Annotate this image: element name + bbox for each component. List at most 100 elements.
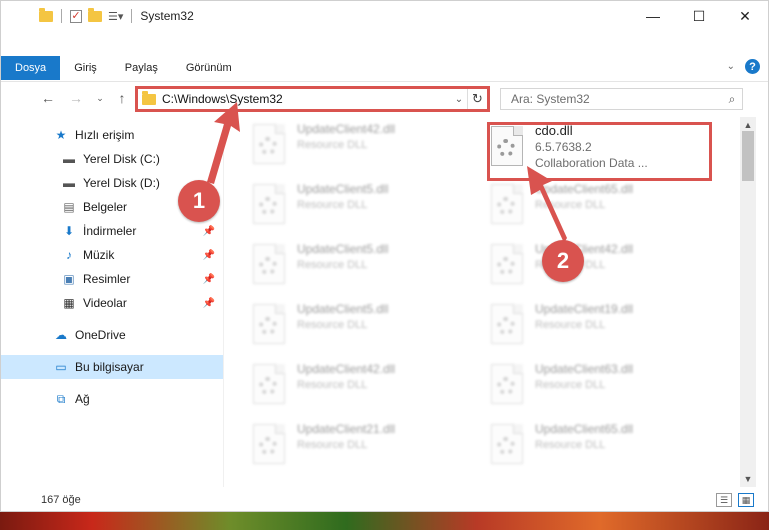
tab-paylas[interactable]: Paylaş [111, 56, 172, 80]
file-item[interactable]: UpdateClient5.dll Resource DLL [249, 181, 479, 237]
pin-icon[interactable]: 📌 [203, 274, 215, 285]
tab-giris[interactable]: Giriş [60, 56, 111, 80]
separator [131, 9, 133, 23]
sidebar-item-this-pc[interactable]: ▭ Bu bilgisayar [1, 355, 223, 379]
properties-icon[interactable]: ✓ [70, 9, 82, 23]
recent-locations-icon[interactable]: ⌄ [91, 93, 109, 104]
file-item[interactable]: UpdateClient42.dllResource DLL [249, 121, 479, 177]
file-explorer-window: ✓ ☰▾ System32 — ☐ ✕ Dosya Giriş Paylaş G… [0, 0, 769, 512]
navigation-bar: ← → ⌄ ↑ C:\Windows\System32 ⌄ ↻ Ara: Sys… [1, 81, 768, 115]
chevron-down-icon[interactable]: ⌄ [451, 94, 467, 105]
maximize-button[interactable]: ☐ [676, 1, 722, 31]
pin-icon[interactable]: 📌 [203, 298, 215, 309]
dll-file-icon [249, 241, 289, 287]
search-placeholder[interactable]: Ara: System32 [511, 92, 722, 106]
sidebar-item-label: Müzik [83, 248, 115, 262]
file-item[interactable]: UpdateClient21.dll Resource DLL [249, 421, 479, 477]
ribbon-tabs: Dosya Giriş Paylaş Görünüm [1, 56, 768, 80]
download-icon: ⬇ [63, 224, 75, 238]
file-name: UpdateClient65.dll [535, 422, 634, 436]
ribbon-right-controls: ⌄ ? [727, 59, 760, 74]
folder-icon[interactable] [39, 7, 53, 22]
window-title: System32 [140, 9, 194, 23]
file-item[interactable]: UpdateClient42.dllResource DLL [487, 241, 717, 297]
drive-icon: ▬ [63, 152, 75, 166]
customize-toolbar-icon[interactable]: ☰▾ [108, 10, 123, 23]
address-bar[interactable]: C:\Windows\System32 ⌄ ↻ [135, 86, 490, 112]
address-path[interactable]: C:\Windows\System32 [162, 92, 451, 106]
file-description: Resource DLL [535, 439, 606, 451]
highlight-box-cdo-dll [487, 122, 712, 181]
pin-icon[interactable]: 📌 [203, 250, 215, 261]
file-item[interactable]: UpdateClient63.dll Resource DLL [487, 361, 717, 417]
sidebar-item-label: Yerel Disk (D:) [83, 176, 160, 190]
sidebar-item-label: Hızlı erişim [75, 128, 135, 142]
sidebar-item-music[interactable]: ♪ Müzik 📌 [1, 243, 223, 267]
file-item[interactable]: UpdateClient19.dll Resource DLL [487, 301, 717, 357]
pin-icon[interactable]: 📌 [203, 226, 215, 237]
sidebar-item-label: Bu bilgisayar [75, 360, 144, 374]
forward-arrow-icon[interactable]: → [67, 90, 85, 106]
sidebar-item-network[interactable]: ⧉ Ağ [1, 387, 223, 411]
tab-dosya[interactable]: Dosya [1, 56, 61, 80]
file-description: Resource DLL [297, 199, 368, 211]
refresh-icon[interactable]: ↻ [467, 89, 487, 109]
dll-file-icon [249, 421, 289, 467]
new-folder-icon[interactable] [88, 7, 102, 22]
back-arrow-icon[interactable]: ← [39, 90, 57, 106]
sidebar-item-quick-access[interactable]: ★ Hızlı erişim [1, 123, 223, 147]
file-item[interactable]: UpdateClient5.dll Resource DLL [249, 241, 479, 297]
up-arrow-icon[interactable]: ↑ [113, 90, 131, 106]
dll-file-icon [249, 301, 289, 347]
pictures-icon: ▣ [63, 272, 75, 286]
scroll-thumb[interactable] [742, 131, 754, 181]
file-description: Resource DLL [297, 439, 368, 451]
expand-ribbon-icon[interactable]: ⌄ [727, 61, 735, 72]
dll-file-icon [249, 361, 289, 407]
music-icon: ♪ [66, 248, 72, 262]
sidebar-item-label: Belgeler [83, 200, 128, 214]
file-item[interactable]: UpdateClient65.dll Resource DLL [487, 181, 717, 237]
file-item[interactable]: UpdateClient5.dll Resource DLL [249, 301, 479, 357]
dll-file-icon [249, 121, 289, 167]
item-count: 167 öğe [41, 494, 81, 506]
tiles-view-icon[interactable]: ▦ [738, 493, 754, 507]
file-description: Resource DLL [535, 199, 606, 211]
file-name: UpdateClient5.dll [297, 242, 389, 256]
dll-file-icon [487, 181, 527, 227]
tab-gorunum[interactable]: Görünüm [172, 56, 246, 80]
file-description: Resource DLL [297, 379, 368, 391]
sidebar-item-onedrive[interactable]: ☁ OneDrive [1, 323, 223, 347]
file-description: Resource DLL [297, 259, 368, 271]
sidebar-item-disk-c[interactable]: ▬ Yerel Disk (C:) [1, 147, 223, 171]
sidebar-item-downloads[interactable]: ⬇ İndirmeler 📌 [1, 219, 223, 243]
view-switcher: ☰ ▦ [716, 493, 754, 507]
details-view-icon[interactable]: ☰ [716, 493, 732, 507]
minimize-button[interactable]: — [630, 1, 676, 31]
file-item[interactable]: UpdateClient42.dllResource DLL [249, 361, 479, 417]
sidebar-item-label: Yerel Disk (C:) [83, 152, 160, 166]
dll-file-icon [487, 361, 527, 407]
step-1-badge: 1 [178, 180, 220, 222]
help-icon[interactable]: ? [745, 59, 760, 74]
vertical-scrollbar[interactable]: ▲ ▼ [740, 117, 756, 487]
search-icon[interactable]: ⌕ [722, 92, 742, 107]
status-bar: 167 öğe [1, 489, 768, 511]
sidebar-item-label: Ağ [75, 392, 90, 406]
step-2-badge: 2 [542, 240, 584, 282]
file-description: Resource DLL [535, 319, 606, 331]
pane-divider[interactable] [223, 117, 224, 487]
file-item[interactable]: UpdateClient65.dll Resource DLL [487, 421, 717, 477]
sidebar-item-pictures[interactable]: ▣ Resimler 📌 [1, 267, 223, 291]
dll-file-icon [249, 181, 289, 227]
close-button[interactable]: ✕ [722, 1, 768, 31]
computer-icon: ▭ [55, 360, 67, 374]
scroll-down-icon[interactable]: ▼ [740, 471, 756, 487]
search-box[interactable]: Ara: System32 ⌕ [500, 88, 743, 110]
file-name: UpdateClient5.dll [297, 302, 389, 316]
dll-file-icon [487, 301, 527, 347]
sidebar-item-videos[interactable]: ▦ Videolar 📌 [1, 291, 223, 315]
file-description: Resource DLL [297, 139, 368, 151]
desktop-background [0, 512, 769, 530]
file-name: UpdateClient65.dll [535, 182, 634, 196]
